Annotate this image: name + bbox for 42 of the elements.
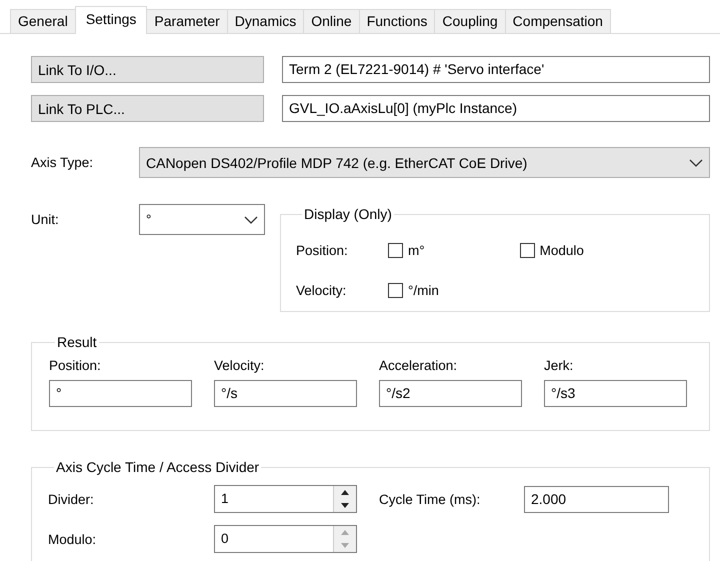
field-label: Axis Type:: [31, 155, 94, 170]
chevron-down-icon: [244, 216, 258, 224]
checkbox[interactable]: [388, 282, 403, 298]
field-label: Acceleration:: [379, 357, 458, 375]
input-field[interactable]: 2.000: [524, 486, 669, 512]
link-button[interactable]: Link To I/O...: [31, 56, 264, 83]
tab[interactable]: Dynamics: [226, 9, 304, 33]
field-label: Unit:: [31, 211, 60, 227]
field-label: Divider:: [48, 492, 95, 506]
link-button[interactable]: Link To PLC...: [31, 95, 264, 122]
chevron-down-icon: [689, 158, 703, 166]
checkbox-label: °/min: [408, 282, 439, 298]
field-label: Modulo:: [48, 532, 98, 546]
checkbox[interactable]: [520, 242, 535, 258]
input-field[interactable]: °/s: [214, 380, 357, 407]
input-field[interactable]: °/s3: [544, 380, 687, 407]
tab[interactable]: Parameter: [146, 9, 228, 33]
tab[interactable]: Functions: [358, 9, 436, 33]
field-label: Velocity:: [296, 282, 348, 298]
axis-type-dropdown[interactable]: CANopen DS402/Profile MDP 742 (e.g. EtherCAT CoE Drive): [139, 147, 710, 178]
spinner-field[interactable]: 1: [214, 485, 357, 513]
group-title: Display (Only): [303, 206, 393, 222]
field-label: Jerk:: [544, 357, 574, 375]
link-field[interactable]: Term 2 (EL7221-9014) # 'Servo interface': [282, 56, 710, 83]
tab[interactable]: Compensation: [504, 9, 611, 33]
field-label: Position:: [296, 242, 349, 258]
group-title: Result: [56, 334, 98, 350]
input-field[interactable]: °: [49, 380, 192, 407]
field-label: Position:: [49, 357, 102, 375]
tab[interactable]: General: [10, 9, 76, 33]
input-field[interactable]: °/s2: [379, 380, 522, 407]
field-label: Cycle Time (ms):: [379, 492, 482, 506]
unit-dropdown[interactable]: °: [139, 204, 265, 235]
checkbox-label: m°: [408, 242, 425, 258]
checkbox-label: Modulo: [540, 242, 584, 258]
tab[interactable]: Coupling: [434, 9, 506, 33]
link-field[interactable]: GVL_IO.aAxisLu[0] (myPlc Instance): [282, 95, 710, 122]
checkbox[interactable]: [388, 242, 403, 258]
tab[interactable]: Online: [303, 9, 360, 33]
group-title: Axis Cycle Time / Access Divider: [55, 459, 260, 475]
field-label: Velocity:: [214, 357, 266, 375]
tab[interactable]: Settings: [74, 6, 148, 34]
